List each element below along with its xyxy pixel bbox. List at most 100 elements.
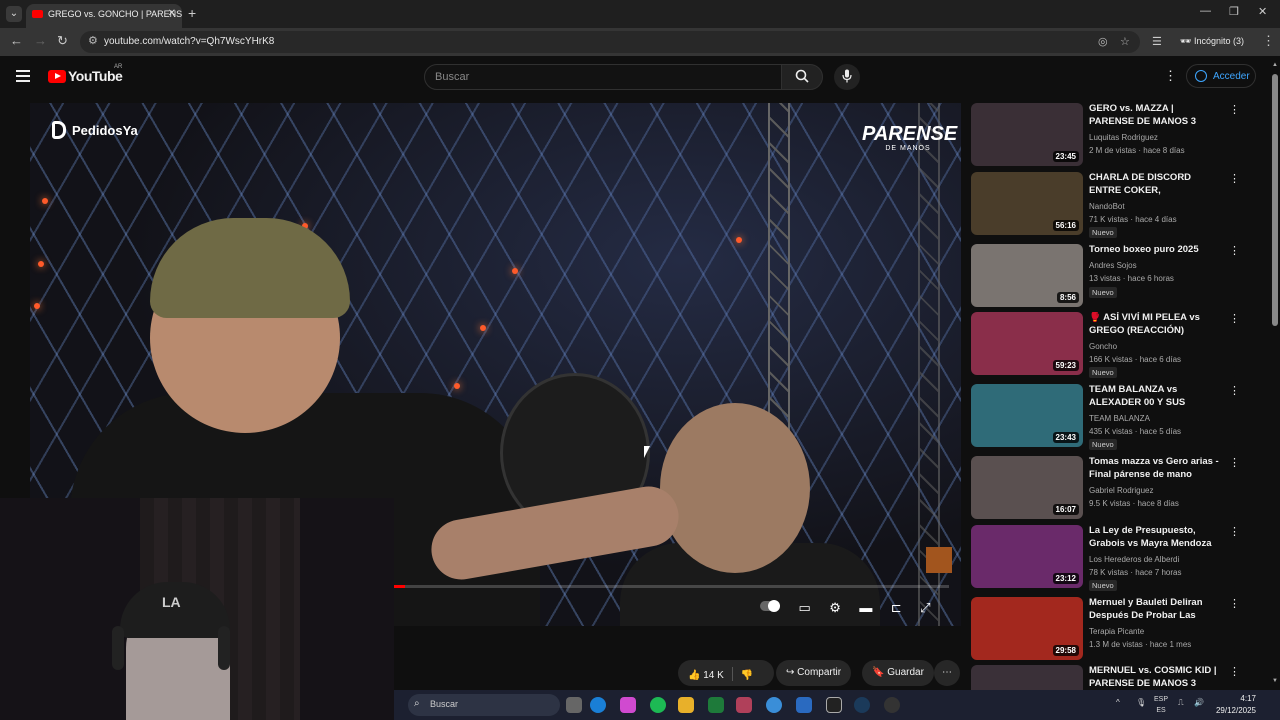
channel-name[interactable]: Terapia Picante [1089,625,1144,638]
thumbs-up-icon: 👍 [688,670,701,681]
volume-icon[interactable]: 🔊 [1194,698,1204,707]
steam-icon[interactable] [854,697,870,713]
address-bar[interactable]: ⚙ youtube.com/watch?v=Qh7WscYHrK8 ◎ ☆ [80,31,1140,53]
video-title[interactable]: CHARLA DE DISCORD ENTRE COKER, ROBERGALA… [1089,172,1219,197]
youtube-logo[interactable]: YouTube AR [48,64,123,86]
sign-in-button[interactable]: Acceder [1186,64,1256,88]
chrome-icon[interactable] [766,697,782,713]
video-thumbnail[interactable]: 59:23 [971,312,1083,375]
file-explorer-icon[interactable] [678,697,694,713]
cast-icon[interactable]: ⊏ [891,600,902,616]
video-thumbnail[interactable]: 56:16 [971,172,1083,235]
video-title[interactable]: Torneo boxeo puro 2025 [1089,244,1219,257]
obs-icon[interactable] [884,697,900,713]
maximize-button[interactable]: ❐ [1229,5,1239,18]
autoplay-toggle[interactable] [760,600,780,612]
close-window-button[interactable]: ✕ [1258,5,1267,18]
video-thumbnail[interactable]: 16:07 [971,456,1083,519]
channel-name[interactable]: Andres Sojos [1089,259,1137,272]
share-button[interactable]: ↪ Compartir [776,660,852,686]
more-actions-button[interactable]: ⋯ [934,660,960,686]
video-thumbnail[interactable]: 29:58 [971,597,1083,660]
tray-chevron-icon[interactable]: ^ [1116,698,1120,707]
bookmark-star-icon[interactable]: ☆ [1120,35,1130,48]
dislike-button[interactable]: 👎 [741,670,753,681]
spotify-icon[interactable] [650,697,666,713]
store-icon[interactable] [796,697,812,713]
taskbar-search[interactable]: ⌕ Buscar [408,694,560,716]
like-button[interactable]: 👍 14 K [688,670,724,681]
scrollbar-thumb[interactable] [1272,74,1278,326]
video-menu-icon[interactable]: ⋮ [1229,103,1240,116]
channel-name[interactable]: Los Herederos de Alberdi [1089,553,1179,566]
sign-in-label: Acceder [1213,71,1250,82]
menu-hamburger-icon[interactable] [16,70,30,82]
incognito-indicator[interactable]: 🕶 Incógnito (3) [1180,36,1244,47]
video-title[interactable]: Mernuel y Bauleti Deliran Después De Pro… [1089,597,1219,622]
video-title[interactable]: GERO vs. MAZZA | PARENSE DE MANOS 3 #PDM… [1089,103,1219,128]
browser-tab[interactable]: GREGO vs. GONCHO | PARENSE ✕ [26,4,182,28]
recommendation-item[interactable]: MERNUEL vs. COSMIC KID | PARENSE DE MANO… [971,665,1241,690]
search-input[interactable]: Buscar [424,64,782,90]
task-view-icon[interactable] [566,697,582,713]
subtitles-icon[interactable]: ▭ [798,600,810,616]
new-tab-button[interactable]: + [188,5,196,21]
edge-icon[interactable] [590,697,606,713]
video-thumbnail[interactable]: 23:45 [971,103,1083,166]
language-indicator[interactable]: ESP ES [1154,694,1168,716]
tracking-eye-icon[interactable]: ◎ [1098,35,1108,48]
theater-mode-icon[interactable]: ▬ [859,600,872,615]
video-menu-icon[interactable]: ⋮ [1229,384,1240,397]
save-button[interactable]: 🔖 Guardar [862,660,934,686]
channel-watermark[interactable] [926,547,952,573]
tab-search-button[interactable]: ⌄ [6,6,22,22]
video-duration: 56:16 [1052,220,1079,231]
video-title[interactable]: Tomas mazza vs Gero arias - Final párens… [1089,456,1219,481]
video-title[interactable]: 🥊 ASÍ VIVÍ MI PELEA vs GREGO (REACCIÓN) [1089,312,1219,337]
snipping-tool-icon[interactable] [736,697,752,713]
video-thumbnail[interactable]: 8:56 [971,244,1083,307]
video-thumbnail[interactable]: 23:12 [971,525,1083,588]
browser-menu-icon[interactable]: ⋮ [1262,33,1275,49]
video-menu-icon[interactable]: ⋮ [1229,525,1240,538]
video-thumbnail[interactable] [971,665,1083,690]
copilot-icon[interactable] [620,697,636,713]
settings-more-icon[interactable]: ⋮ [1164,68,1177,84]
video-menu-icon[interactable]: ⋮ [1229,665,1240,678]
excel-icon[interactable] [708,697,724,713]
video-thumbnail[interactable]: 23:43 [971,384,1083,447]
voice-search-button[interactable] [834,64,860,90]
video-title[interactable]: TEAM BALANZA vs ALEXADER 00 Y SUS ESTREL… [1089,384,1219,409]
progress-bar[interactable] [394,585,949,588]
channel-name[interactable]: TEAM BALANZA [1089,412,1150,425]
search-button[interactable] [781,64,823,90]
back-icon[interactable]: ← [10,33,23,48]
system-clock[interactable]: 4:17 29/12/2025 [1212,693,1256,717]
channel-name[interactable]: Luquitas Rodriguez [1089,131,1158,144]
video-title[interactable]: La Ley de Presupuesto, Grabois vs Mayra … [1089,525,1219,550]
video-menu-icon[interactable]: ⋮ [1229,597,1240,610]
reading-list-icon[interactable]: ☰ [1152,35,1162,48]
close-tab-icon[interactable]: ✕ [168,8,176,19]
settings-gear-icon[interactable]: ⚙ [829,600,841,616]
page-scrollbar[interactable]: ▲ ▼ [1272,62,1278,688]
microphone-tray-icon[interactable]: 🎙 [1136,698,1146,707]
fullscreen-icon[interactable]: ⤢ [920,600,930,616]
channel-name[interactable]: Gabriel Rodriguez [1089,484,1153,497]
youtube-play-icon [48,70,66,83]
epic-games-icon[interactable] [826,697,842,713]
minimize-button[interactable]: — [1200,5,1211,17]
video-menu-icon[interactable]: ⋮ [1229,312,1240,325]
forward-icon[interactable]: → [34,33,47,48]
channel-name[interactable]: Goncho [1089,340,1117,353]
video-menu-icon[interactable]: ⋮ [1229,244,1240,257]
reload-icon[interactable]: ↻ [57,33,68,49]
network-icon[interactable]: ⎍ [1178,698,1184,708]
video-title[interactable]: MERNUEL vs. COSMIC KID | PARENSE DE MANO… [1089,665,1219,690]
scroll-up-icon[interactable]: ▲ [1272,62,1278,68]
video-menu-icon[interactable]: ⋮ [1229,456,1240,469]
channel-name[interactable]: NandoBot [1089,200,1125,213]
video-menu-icon[interactable]: ⋮ [1229,172,1240,185]
scroll-down-icon[interactable]: ▼ [1272,678,1278,684]
site-info-icon[interactable]: ⚙ [88,34,98,47]
